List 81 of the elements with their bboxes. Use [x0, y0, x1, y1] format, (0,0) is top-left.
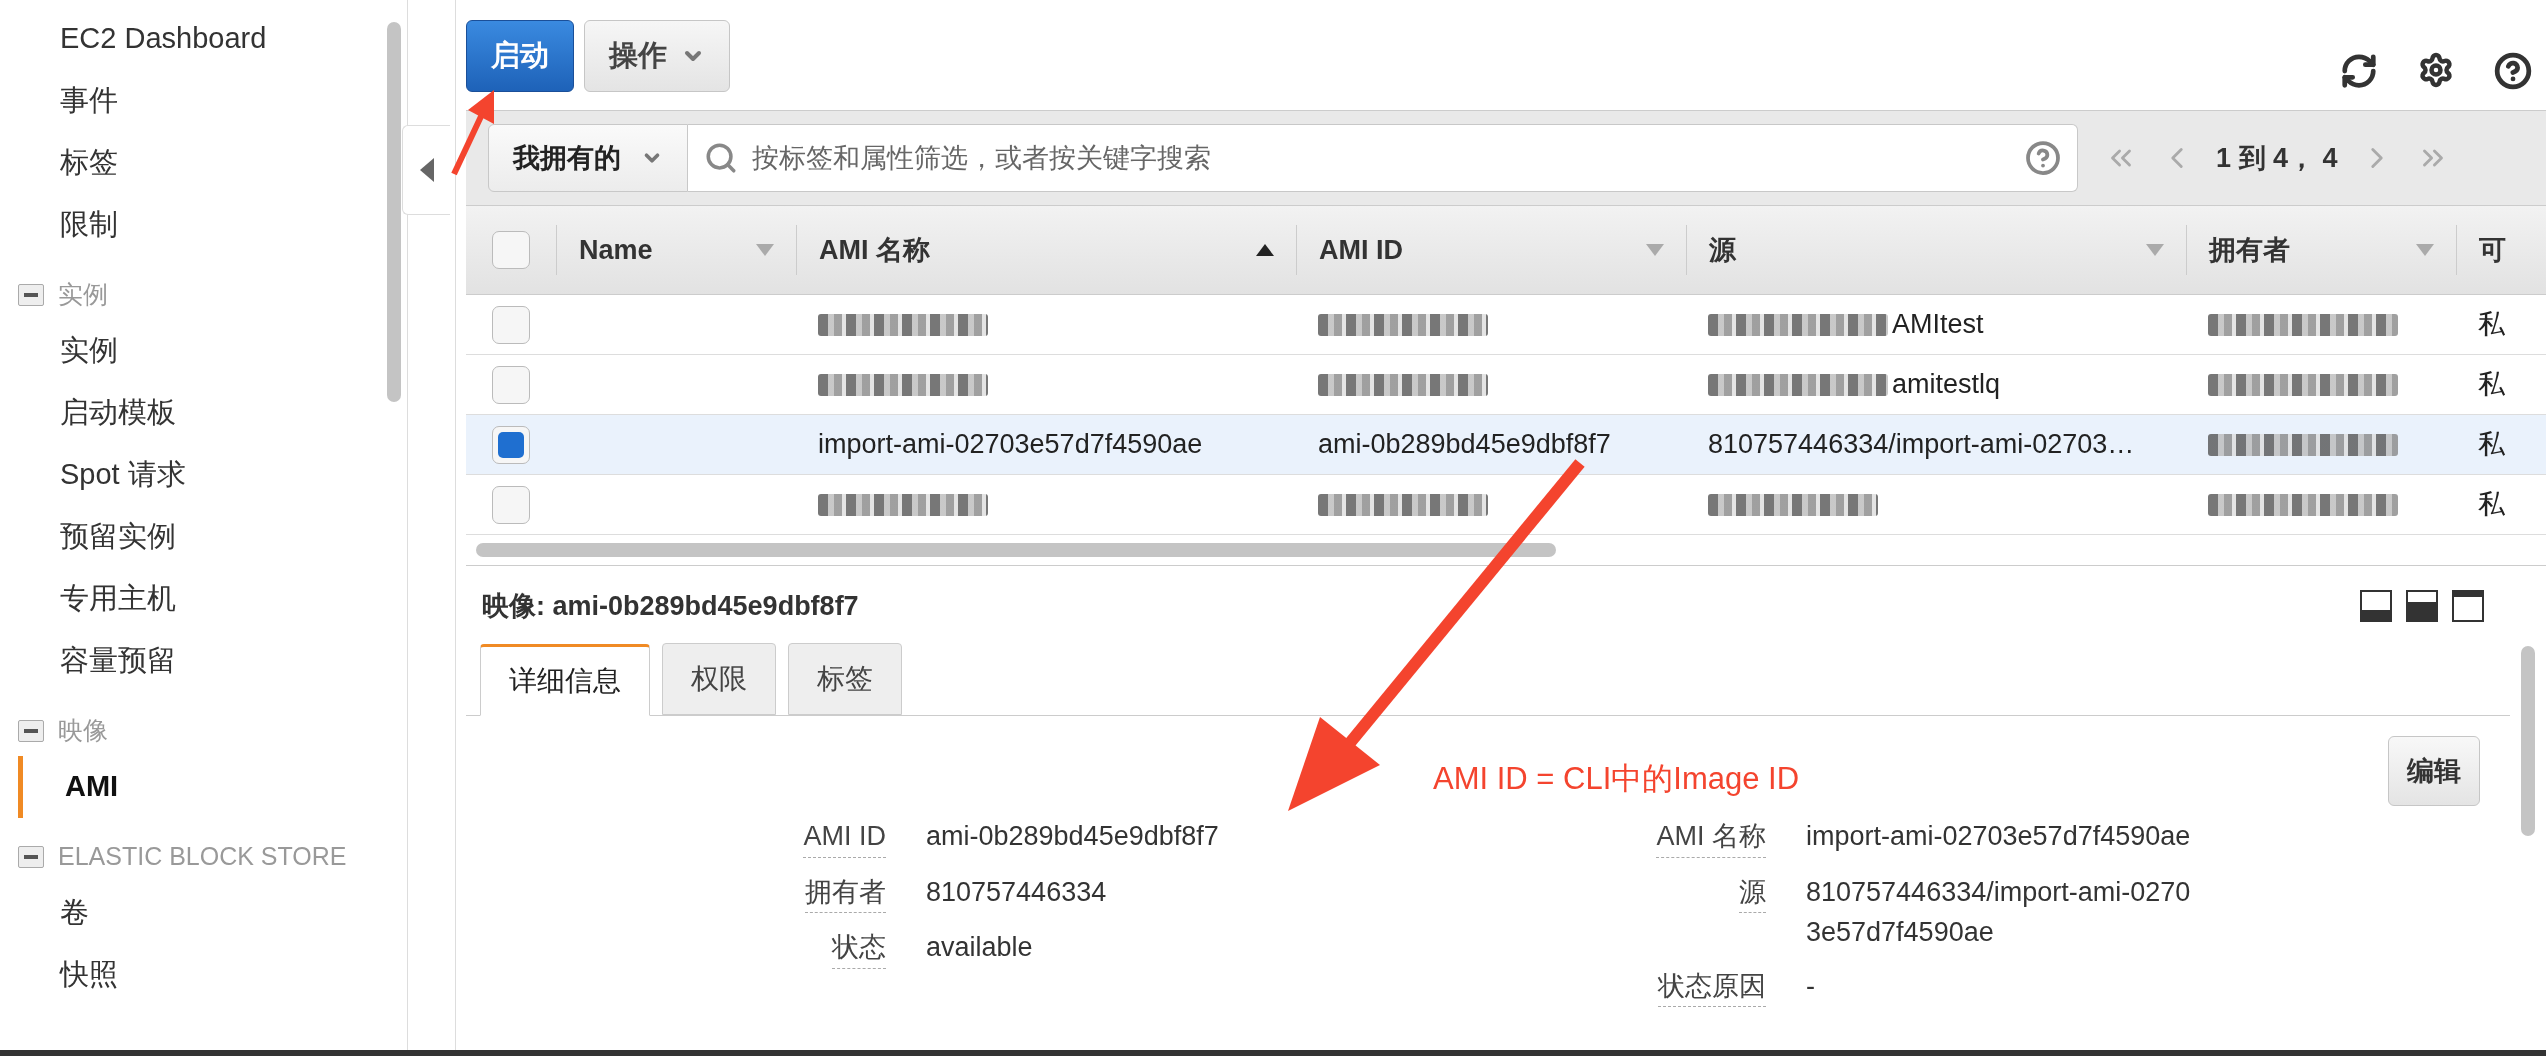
settings-icon[interactable]	[2418, 52, 2454, 88]
row-checkbox[interactable]	[492, 485, 530, 524]
collapse-icon[interactable]	[18, 846, 44, 868]
row-checkbox[interactable]	[492, 305, 530, 344]
field-label: 状态	[832, 927, 886, 969]
details-title: 映像: ami-0b289bd45e9dbf8f7	[482, 589, 859, 623]
pane-layout-icon[interactable]	[2452, 590, 2484, 622]
sort-caret-icon[interactable]	[2416, 244, 2434, 256]
field-value: import-ami-02703e57d7f4590ae	[1806, 820, 2192, 853]
search-input[interactable]: 按标签和属性筛选，或者按关键字搜索	[752, 137, 2011, 179]
nav-item[interactable]: 实例	[0, 320, 380, 382]
nav-item[interactable]: 专用主机	[0, 568, 380, 630]
field-value: ami-0b289bd45e9dbf8f7	[926, 820, 1220, 853]
field-label: AMI ID	[803, 816, 886, 858]
field-label: AMI 名称	[1656, 816, 1766, 858]
refresh-icon[interactable]	[2340, 52, 2378, 90]
pane-layout-icon[interactable]	[2406, 590, 2438, 622]
table-cell-text: 私	[2478, 368, 2505, 402]
sort-ascending-icon[interactable]	[1256, 244, 1274, 256]
table-cell-text: AMItest	[1892, 308, 1984, 342]
sort-caret-icon[interactable]	[2146, 244, 2164, 256]
column-header[interactable]: AMI 名称	[819, 229, 930, 271]
details-tab[interactable]: 详细信息	[480, 644, 650, 716]
table-cell-text: 私	[2478, 488, 2505, 522]
nav-item[interactable]: 预留实例	[0, 506, 380, 568]
nav-item[interactable]: AMI	[18, 756, 318, 818]
table-cell-text: 810757446334/import-ami-02703…	[1708, 428, 2135, 462]
search-icon	[704, 141, 738, 175]
nav-item[interactable]: 卷	[0, 882, 380, 944]
table-cell-text: amitestlq	[1892, 368, 2001, 402]
table-cell-text: 私	[2478, 428, 2505, 462]
collapse-icon[interactable]	[18, 720, 44, 742]
section-heading: ELASTIC BLOCK STORE	[58, 841, 347, 873]
nav-item[interactable]: 启动模板	[0, 382, 380, 444]
sort-caret-icon[interactable]	[1646, 244, 1664, 256]
horizontal-scrollbar[interactable]	[476, 543, 1556, 557]
table-row[interactable]: import-ami-02703e57d7f4590ae ami-0b289bd45e9dbf8f7 810757446334/import-ami-02703… 私	[466, 415, 2546, 475]
search-field[interactable]: 按标签和属性筛选，或者按关键字搜索	[688, 124, 2078, 192]
table-cell-text: 私	[2478, 308, 2505, 342]
triangle-left-icon	[419, 158, 434, 182]
field-value: -	[1806, 969, 1816, 1003]
nav-item[interactable]: EC2 Dashboard	[0, 8, 380, 70]
nav-item[interactable]: 标签	[0, 132, 380, 194]
sort-caret-icon[interactable]	[756, 244, 774, 256]
edit-button[interactable]: 编辑	[2388, 736, 2480, 806]
row-checkbox[interactable]	[492, 365, 530, 404]
section-heading: 实例	[58, 279, 108, 311]
field-label: 拥有者	[805, 871, 886, 913]
row-checkbox[interactable]	[492, 425, 530, 464]
column-header[interactable]: 源	[1709, 229, 1736, 271]
table-cell-text: ami-0b289bd45e9dbf8f7	[1318, 428, 1611, 462]
section-heading: 映像	[58, 715, 108, 747]
column-header[interactable]: AMI ID	[1319, 229, 1403, 271]
nav-item[interactable]: 事件	[0, 70, 380, 132]
actions-button[interactable]: 操作	[584, 20, 730, 92]
details-tab[interactable]: 标签	[788, 643, 902, 715]
pagination-text: 1 到 4， 4	[2216, 141, 2338, 175]
nav-item[interactable]: 限制	[0, 194, 380, 256]
field-label: 源	[1739, 871, 1766, 913]
table-cell-text: import-ami-02703e57d7f4590ae	[818, 428, 1203, 462]
details-tab[interactable]: 权限	[662, 643, 776, 715]
pane-layout-icon[interactable]	[2360, 590, 2392, 622]
collapse-icon[interactable]	[18, 284, 44, 306]
vertical-scrollbar[interactable]	[2521, 646, 2535, 836]
nav-item[interactable]: Spot 请求	[0, 444, 380, 506]
nav-item[interactable]: 快照	[0, 944, 380, 1006]
column-header[interactable]: Name	[579, 229, 653, 271]
column-header[interactable]: 拥有者	[2209, 229, 2290, 271]
annotation-text: AMI ID = CLI中的Image ID	[1433, 760, 1800, 798]
field-label: 状态原因	[1658, 965, 1766, 1007]
scrollbar-thumb[interactable]	[386, 22, 401, 402]
owner-dropdown[interactable]: 我拥有的	[488, 124, 688, 192]
launch-button[interactable]: 启动	[466, 20, 574, 92]
nav-item[interactable]: 容量预留	[0, 630, 380, 692]
column-header[interactable]: 可	[2479, 229, 2506, 271]
select-all-checkbox[interactable]	[492, 231, 530, 269]
collapse-tab[interactable]	[402, 125, 450, 215]
field-value: 810757446334	[926, 875, 1108, 909]
field-value: available	[926, 931, 1034, 964]
field-value: 810757446334/import-ami-02703e57d7f4590ae	[1806, 875, 2192, 949]
help-icon[interactable]	[2494, 52, 2532, 90]
